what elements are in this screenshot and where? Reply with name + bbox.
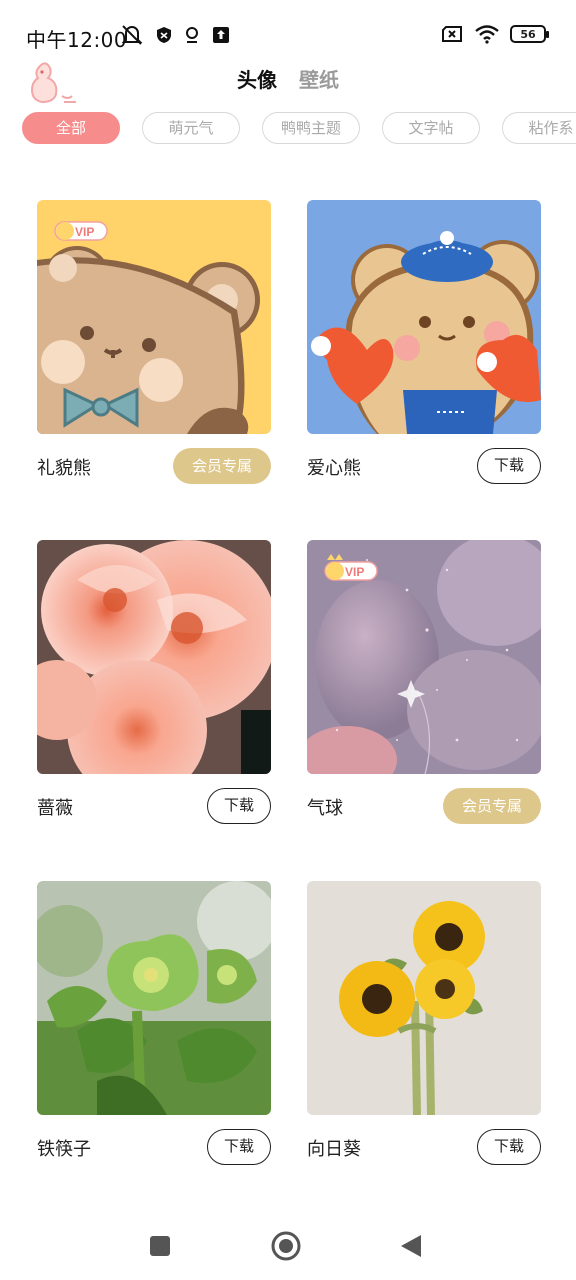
wifi-icon [475, 25, 499, 44]
card-title: 向日葵 [307, 1139, 361, 1160]
category-bar: 全部 萌元气 鸭鸭主题 文字帖 粘作系 [22, 112, 576, 146]
recent-apps-icon[interactable] [149, 1235, 171, 1257]
system-nav-bar [0, 1212, 576, 1280]
category-chip-all[interactable]: 全部 [22, 112, 120, 144]
upload-icon [213, 27, 229, 43]
avatar-card[interactable]: 蔷薇 下载 [37, 540, 271, 824]
vip-only-button[interactable]: 会员专属 [443, 788, 541, 824]
battery-level: 56 [520, 27, 536, 41]
download-button[interactable]: 下载 [207, 1129, 271, 1165]
location-icon [186, 27, 198, 43]
avatar-card[interactable]: 铁筷子 下载 [37, 881, 271, 1165]
tab-wallpaper[interactable]: 壁纸 [299, 64, 339, 99]
vip-badge: VIP [51, 212, 111, 246]
avatar-card[interactable]: VIP 气球 会员专属 [307, 540, 541, 824]
download-button[interactable]: 下载 [207, 788, 271, 824]
status-bar: 中午12:00 56 [0, 0, 576, 60]
card-title: 爱心熊 [307, 458, 361, 479]
avatar-card[interactable]: VIP 礼貌熊 会员专属 [37, 200, 271, 484]
back-icon[interactable] [399, 1233, 423, 1259]
avatar-image[interactable]: VIP [307, 540, 541, 774]
category-chip-duck[interactable]: 鸭鸭主题 [262, 112, 360, 144]
avatar-card[interactable]: 爱心熊 下载 [307, 200, 541, 484]
card-title: 礼貌熊 [37, 458, 91, 479]
category-chip-sticky[interactable]: 粘作系 [502, 112, 576, 144]
vip-badge-text: VIP [345, 565, 364, 579]
battery-icon: 56 [510, 25, 549, 43]
status-time: 中午12:00 [26, 28, 128, 52]
top-tabs: 头像 壁纸 [0, 64, 576, 99]
download-button[interactable]: 下载 [477, 1129, 541, 1165]
category-chip-text[interactable]: 文字帖 [382, 112, 480, 144]
card-title: 铁筷子 [37, 1139, 91, 1160]
card-title: 气球 [307, 798, 343, 819]
download-button[interactable]: 下载 [477, 448, 541, 484]
sim-error-icon [442, 26, 462, 42]
tab-avatar[interactable]: 头像 [235, 64, 279, 99]
avatar-image[interactable] [37, 881, 271, 1115]
avatar-image[interactable] [307, 200, 541, 434]
vip-badge-text: VIP [75, 225, 94, 239]
category-chip-cute[interactable]: 萌元气 [142, 112, 240, 144]
avatar-image[interactable]: VIP [37, 200, 271, 434]
avatar-image[interactable] [307, 881, 541, 1115]
mute-bell-icon [121, 25, 143, 45]
shield-icon [157, 27, 171, 43]
card-title: 蔷薇 [37, 798, 73, 819]
avatar-card[interactable]: 向日葵 下载 [307, 881, 541, 1165]
home-icon[interactable] [271, 1231, 301, 1261]
vip-only-button[interactable]: 会员专属 [173, 448, 271, 484]
avatar-image[interactable] [37, 540, 271, 774]
vip-badge: VIP [321, 552, 381, 586]
